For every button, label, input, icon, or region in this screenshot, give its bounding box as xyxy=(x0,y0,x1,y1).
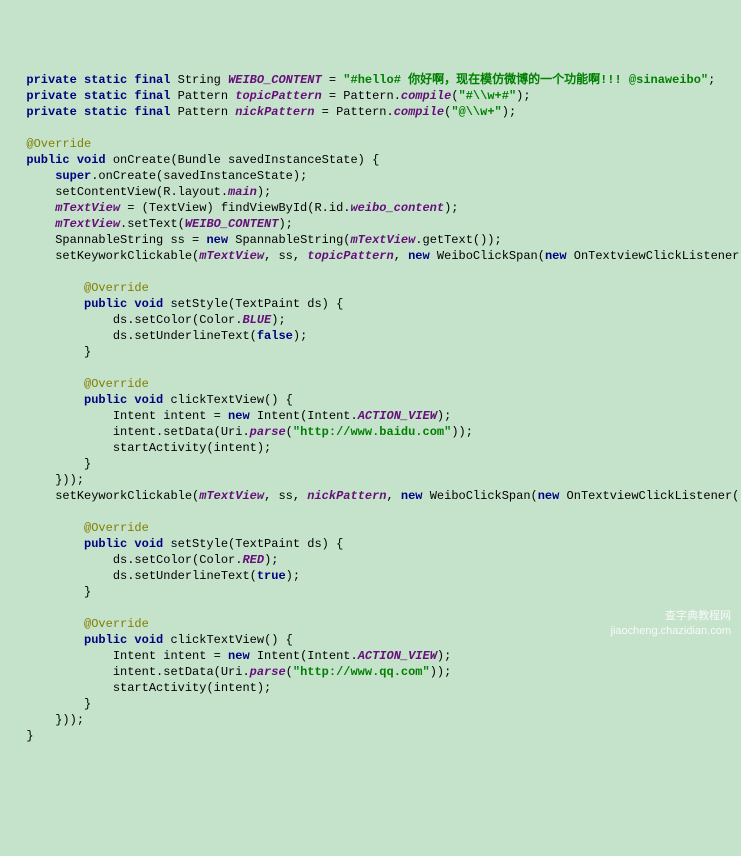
code-line: } xyxy=(12,457,91,471)
watermark-url: jiaocheng.chazidian.com xyxy=(611,625,731,637)
code-line: setKeyworkClickable(mTextView, ss, topic… xyxy=(12,249,741,263)
code-line: private static final Pattern topicPatter… xyxy=(12,89,531,103)
watermark-title: 查字典教程网 xyxy=(665,610,731,622)
code-line: public void setStyle(TextPaint ds) { xyxy=(12,537,343,551)
code-line: setContentView(R.layout.main); xyxy=(12,185,271,199)
code-line: ds.setUnderlineText(true); xyxy=(12,569,300,583)
code-line: })); xyxy=(12,713,84,727)
code-line: } xyxy=(12,729,34,743)
code-line: private static final Pattern nickPattern… xyxy=(12,105,516,119)
code-line: @Override xyxy=(12,617,149,631)
code-line: @Override xyxy=(12,521,149,535)
code-line: Intent intent = new Intent(Intent.ACTION… xyxy=(12,409,451,423)
code-block: private static final String WEIBO_CONTEN… xyxy=(12,72,729,744)
code-line: SpannableString ss = new SpannableString… xyxy=(12,233,502,247)
code-line: })); xyxy=(12,473,84,487)
code-line: } xyxy=(12,697,91,711)
watermark: 查字典教程网 jiaocheng.chazidian.com xyxy=(611,595,731,638)
code-line: ds.setColor(Color.RED); xyxy=(12,553,278,567)
code-line: mTextView.setText(WEIBO_CONTENT); xyxy=(12,217,293,231)
code-line: public void setStyle(TextPaint ds) { xyxy=(12,297,343,311)
code-line: } xyxy=(12,585,91,599)
code-line: @Override xyxy=(12,137,91,151)
code-line: @Override xyxy=(12,281,149,295)
code-line: mTextView = (TextView) findViewById(R.id… xyxy=(12,201,459,215)
code-line: } xyxy=(12,345,91,359)
code-line: super.onCreate(savedInstanceState); xyxy=(12,169,307,183)
code-line: setKeyworkClickable(mTextView, ss, nickP… xyxy=(12,489,741,503)
code-line: intent.setData(Uri.parse("http://www.bai… xyxy=(12,425,473,439)
code-line: intent.setData(Uri.parse("http://www.qq.… xyxy=(12,665,451,679)
code-line: ds.setColor(Color.BLUE); xyxy=(12,313,286,327)
code-line: startActivity(intent); xyxy=(12,681,271,695)
code-line: public void clickTextView() { xyxy=(12,633,293,647)
code-line: public void clickTextView() { xyxy=(12,393,293,407)
code-line: private static final String WEIBO_CONTEN… xyxy=(12,73,715,87)
code-line: @Override xyxy=(12,377,149,391)
code-line: ds.setUnderlineText(false); xyxy=(12,329,307,343)
code-line: Intent intent = new Intent(Intent.ACTION… xyxy=(12,649,451,663)
code-line: public void onCreate(Bundle savedInstanc… xyxy=(12,153,379,167)
code-line: startActivity(intent); xyxy=(12,441,271,455)
